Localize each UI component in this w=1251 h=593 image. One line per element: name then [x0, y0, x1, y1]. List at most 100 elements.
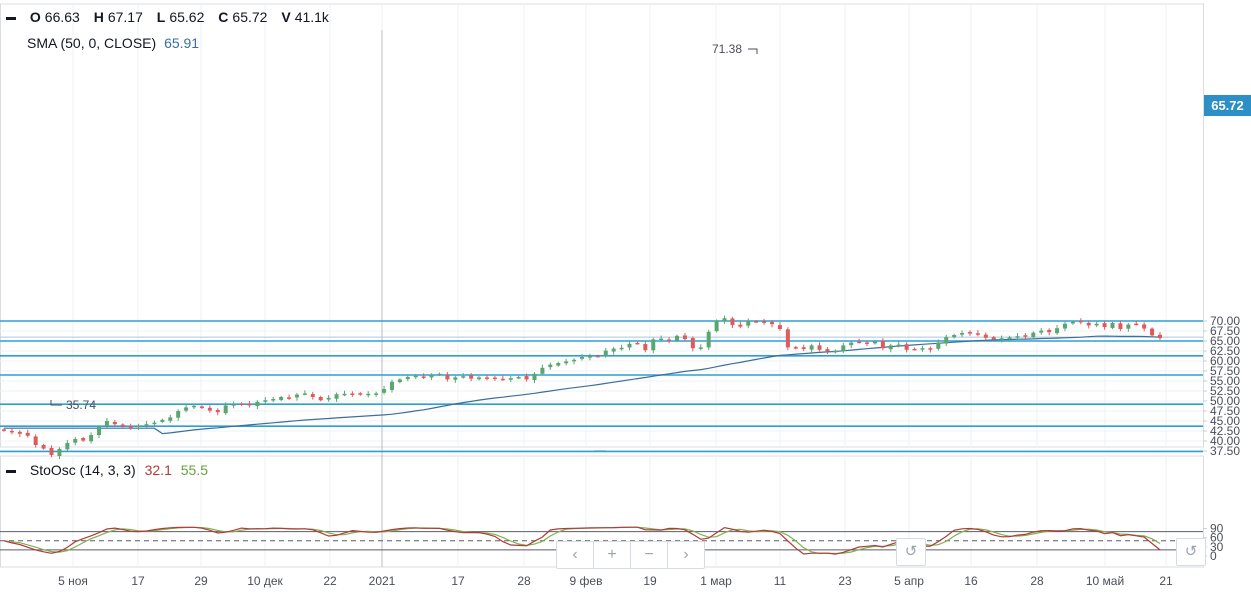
- candle-body: [872, 341, 877, 344]
- scroll-right-button[interactable]: ›: [668, 542, 704, 568]
- candle-body: [991, 337, 996, 340]
- candle-body: [104, 421, 109, 427]
- candle-body: [936, 342, 941, 349]
- price-axis[interactable]: 37.5040.0042.5045.0047.5050.0052.5055.00…: [1203, 314, 1240, 458]
- close-value: 65.72: [232, 9, 268, 25]
- candle-body: [429, 375, 434, 378]
- reset-chart-button[interactable]: ↺: [896, 538, 926, 566]
- x-tick-label: 29: [194, 574, 208, 588]
- candle-body: [770, 321, 775, 325]
- candle-body: [239, 403, 244, 405]
- candle-body: [880, 340, 885, 349]
- candle-body: [1126, 324, 1131, 329]
- candle-body: [524, 376, 529, 380]
- sma-label: SMA (50, 0, CLOSE): [27, 35, 157, 51]
- scroll-left-button[interactable]: ‹: [557, 542, 594, 568]
- candle-body: [698, 347, 703, 349]
- candle-body: [651, 339, 656, 351]
- candle-body: [477, 377, 482, 380]
- candle-body: [572, 359, 577, 362]
- candle-body: [1078, 320, 1083, 323]
- candle-body: [207, 407, 212, 411]
- zoom-in-button[interactable]: +: [594, 542, 631, 568]
- candle-body: [944, 337, 949, 344]
- candle-body: [1062, 323, 1067, 329]
- candle-body: [405, 377, 410, 380]
- x-tick-label: 1 мар: [700, 574, 732, 588]
- candle-body: [1158, 334, 1162, 339]
- x-tick-label: 2021: [369, 574, 396, 588]
- candle-body: [999, 338, 1004, 341]
- x-tick-label: 9 фев: [570, 574, 603, 588]
- x-tick-label: 10 дек: [247, 574, 283, 588]
- candle-body: [817, 345, 822, 350]
- candle-body: [397, 379, 402, 383]
- candle-body: [453, 377, 458, 380]
- candle-body: [184, 407, 189, 411]
- x-tick-label: 22: [323, 574, 337, 588]
- candle-body: [675, 335, 680, 341]
- high-annotation-arrow: [748, 48, 758, 54]
- candle-body: [445, 374, 450, 380]
- y-tick-label: 70.00: [1210, 314, 1240, 328]
- stoosc-legend[interactable]: StoOsc (14, 3, 3) 32.1 55.5: [6, 462, 208, 478]
- candle-body: [176, 411, 181, 418]
- candle-body: [231, 403, 236, 406]
- candle-body: [960, 333, 965, 335]
- candle-body: [413, 375, 418, 378]
- candle-body: [358, 393, 363, 395]
- candle-body: [49, 447, 54, 455]
- collapse-icon[interactable]: [6, 469, 16, 473]
- osc-y-tick-label: 90: [1210, 522, 1224, 536]
- candle-body: [1039, 330, 1044, 333]
- candle-body: [334, 394, 339, 399]
- candle-body: [128, 426, 133, 428]
- x-tick-label: 17: [451, 574, 465, 588]
- candle-body: [199, 406, 204, 408]
- reset-scale-button[interactable]: ↺: [1176, 538, 1206, 566]
- sma-legend[interactable]: SMA (50, 0, CLOSE) 65.91: [27, 35, 199, 51]
- candle-body: [342, 393, 347, 396]
- x-tick-label: 19: [643, 574, 657, 588]
- time-axis[interactable]: 5 ноя 17 29 10 дек 22 2021 17 28 9 фев 19 1 мар 11 2…: [58, 574, 1173, 588]
- candle-body: [57, 449, 62, 456]
- osc-scale-marker: [1232, 524, 1246, 538]
- candle-body: [920, 348, 925, 350]
- candle-body: [833, 350, 838, 353]
- candle-body: [1150, 328, 1155, 336]
- candle-body: [1007, 337, 1012, 339]
- x-tick-label: 10 май: [1086, 574, 1124, 588]
- candle-body: [366, 393, 371, 396]
- zoom-out-button[interactable]: −: [631, 542, 668, 568]
- chart-canvas[interactable]: 37.5040.0042.5045.0047.5050.0052.5055.00…: [0, 0, 1251, 593]
- candle-body: [730, 318, 735, 325]
- candle-body: [144, 424, 149, 427]
- candle-body: [65, 443, 70, 450]
- candle-body: [326, 397, 331, 400]
- candle-body: [611, 348, 616, 352]
- candle-body: [1023, 335, 1028, 337]
- candle-body: [849, 342, 854, 346]
- candle-body: [294, 394, 299, 398]
- low-label: L: [156, 9, 166, 25]
- candle-body: [785, 329, 790, 348]
- candle-body: [97, 427, 102, 435]
- candle-body: [1047, 329, 1052, 333]
- candle-body: [777, 325, 782, 329]
- candle-body: [255, 401, 260, 407]
- candle-body: [1070, 321, 1075, 324]
- high-value: 67.17: [107, 9, 143, 25]
- candle-body: [556, 363, 561, 366]
- candle-body: [41, 445, 46, 449]
- low-value: 65.62: [169, 9, 205, 25]
- candle-body: [318, 397, 323, 401]
- collapse-icon[interactable]: [6, 16, 16, 20]
- candle-body: [271, 399, 276, 401]
- candle-body: [706, 331, 711, 348]
- candle-body: [603, 350, 608, 356]
- close-label: C: [218, 9, 229, 25]
- candle-body: [73, 439, 78, 443]
- low-annotation-label: 35.74: [66, 398, 96, 412]
- candle-body: [1015, 336, 1020, 338]
- stoosc-label: StoOsc (14, 3, 3): [29, 462, 136, 478]
